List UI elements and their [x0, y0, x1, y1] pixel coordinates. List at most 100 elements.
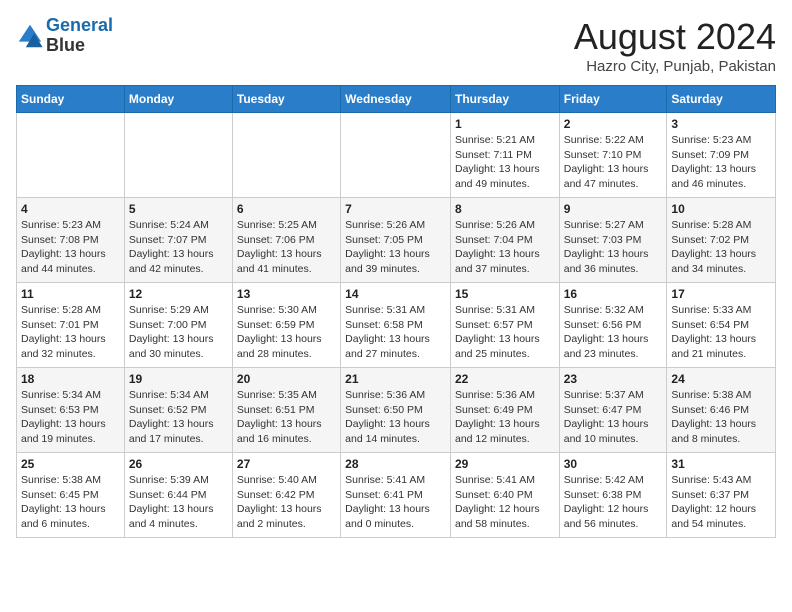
calendar-cell: 19 Sunrise: 5:34 AM Sunset: 6:52 PM Dayli…	[124, 368, 232, 453]
day-number: 20	[237, 372, 336, 386]
location: Hazro City, Punjab, Pakistan	[574, 58, 776, 75]
day-number: 11	[21, 287, 120, 301]
day-info: Sunrise: 5:21 AM Sunset: 7:11 PM Dayligh…	[455, 133, 555, 192]
day-info: Sunrise: 5:33 AM Sunset: 6:54 PM Dayligh…	[671, 303, 771, 362]
calendar-table: SundayMondayTuesdayWednesdayThursdayFrid…	[16, 85, 776, 538]
calendar-cell: 6Sunrise: 5:25 AM Sunset: 7:06 PM Daylig…	[232, 198, 340, 283]
calendar-cell: 9 Sunrise: 5:27 AM Sunset: 7:03 PM Daylig…	[559, 198, 667, 283]
day-number: 22	[455, 372, 555, 386]
calendar-cell: 13 Sunrise: 5:30 AM Sunset: 6:59 PM Dayli…	[232, 283, 340, 368]
calendar-cell: 8 Sunrise: 5:26 AM Sunset: 7:04 PM Daylig…	[450, 198, 559, 283]
title-block: August 2024 Hazro City, Punjab, Pakistan	[574, 16, 776, 75]
day-info: Sunrise: 5:28 AM Sunset: 7:01 PM Dayligh…	[21, 303, 120, 362]
calendar-cell: 29 Sunrise: 5:41 AM Sunset: 6:40 PM Dayli…	[450, 453, 559, 538]
calendar-cell: 30 Sunrise: 5:42 AM Sunset: 6:38 PM Dayli…	[559, 453, 667, 538]
day-info: Sunrise: 5:23 AM Sunset: 7:09 PM Dayligh…	[671, 133, 771, 192]
calendar-cell: 10Sunrise: 5:28 AM Sunset: 7:02 PM Dayli…	[667, 198, 776, 283]
calendar-cell	[232, 113, 340, 198]
calendar-cell: 12Sunrise: 5:29 AM Sunset: 7:00 PM Dayli…	[124, 283, 232, 368]
logo-line2: Blue	[46, 36, 113, 56]
day-number: 17	[671, 287, 771, 301]
day-number: 14	[345, 287, 446, 301]
day-info: Sunrise: 5:34 AM Sunset: 6:53 PM Dayligh…	[21, 388, 120, 447]
calendar-cell	[17, 113, 125, 198]
weekday-header-saturday: Saturday	[667, 86, 776, 113]
calendar-cell: 25 Sunrise: 5:38 AM Sunset: 6:45 PM Dayli…	[17, 453, 125, 538]
day-info: Sunrise: 5:41 AM Sunset: 6:40 PM Dayligh…	[455, 473, 555, 532]
calendar-cell: 1Sunrise: 5:21 AM Sunset: 7:11 PM Daylig…	[450, 113, 559, 198]
day-number: 10	[671, 202, 771, 216]
calendar-cell: 28 Sunrise: 5:41 AM Sunset: 6:41 PM Dayli…	[341, 453, 451, 538]
calendar-cell: 5 Sunrise: 5:24 AM Sunset: 7:07 PM Daylig…	[124, 198, 232, 283]
calendar-cell: 16 Sunrise: 5:32 AM Sunset: 6:56 PM Dayli…	[559, 283, 667, 368]
day-info: Sunrise: 5:22 AM Sunset: 7:10 PM Dayligh…	[564, 133, 663, 192]
day-info: Sunrise: 5:34 AM Sunset: 6:52 PM Dayligh…	[129, 388, 228, 447]
calendar-header: SundayMondayTuesdayWednesdayThursdayFrid…	[17, 86, 776, 113]
day-info: Sunrise: 5:39 AM Sunset: 6:44 PM Dayligh…	[129, 473, 228, 532]
calendar-cell	[341, 113, 451, 198]
day-number: 13	[237, 287, 336, 301]
day-info: Sunrise: 5:32 AM Sunset: 6:56 PM Dayligh…	[564, 303, 663, 362]
day-info: Sunrise: 5:37 AM Sunset: 6:47 PM Dayligh…	[564, 388, 663, 447]
logo: General Blue	[16, 16, 113, 56]
day-info: Sunrise: 5:36 AM Sunset: 6:50 PM Dayligh…	[345, 388, 446, 447]
calendar-cell: 20 Sunrise: 5:35 AM Sunset: 6:51 PM Dayli…	[232, 368, 340, 453]
calendar-cell: 14Sunrise: 5:31 AM Sunset: 6:58 PM Dayli…	[341, 283, 451, 368]
calendar-cell	[124, 113, 232, 198]
day-info: Sunrise: 5:23 AM Sunset: 7:08 PM Dayligh…	[21, 218, 120, 277]
day-number: 24	[671, 372, 771, 386]
day-number: 15	[455, 287, 555, 301]
day-number: 4	[21, 202, 120, 216]
day-number: 8	[455, 202, 555, 216]
day-info: Sunrise: 5:38 AM Sunset: 6:45 PM Dayligh…	[21, 473, 120, 532]
day-info: Sunrise: 5:26 AM Sunset: 7:04 PM Dayligh…	[455, 218, 555, 277]
day-info: Sunrise: 5:35 AM Sunset: 6:51 PM Dayligh…	[237, 388, 336, 447]
day-number: 12	[129, 287, 228, 301]
calendar-cell: 4 Sunrise: 5:23 AM Sunset: 7:08 PM Daylig…	[17, 198, 125, 283]
logo-icon	[16, 22, 44, 50]
day-number: 7	[345, 202, 446, 216]
weekday-header-monday: Monday	[124, 86, 232, 113]
calendar-cell: 31 Sunrise: 5:43 AM Sunset: 6:37 PM Dayli…	[667, 453, 776, 538]
day-number: 25	[21, 457, 120, 471]
calendar-cell: 3 Sunrise: 5:23 AM Sunset: 7:09 PM Daylig…	[667, 113, 776, 198]
day-number: 5	[129, 202, 228, 216]
page-header: General Blue August 2024 Hazro City, Pun…	[16, 16, 776, 75]
day-number: 9	[564, 202, 663, 216]
day-number: 29	[455, 457, 555, 471]
calendar-cell: 17 Sunrise: 5:33 AM Sunset: 6:54 PM Dayli…	[667, 283, 776, 368]
calendar-cell: 22 Sunrise: 5:36 AM Sunset: 6:49 PM Dayli…	[450, 368, 559, 453]
calendar-cell: 23Sunrise: 5:37 AM Sunset: 6:47 PM Dayli…	[559, 368, 667, 453]
day-number: 16	[564, 287, 663, 301]
day-info: Sunrise: 5:43 AM Sunset: 6:37 PM Dayligh…	[671, 473, 771, 532]
day-info: Sunrise: 5:36 AM Sunset: 6:49 PM Dayligh…	[455, 388, 555, 447]
day-number: 6	[237, 202, 336, 216]
day-info: Sunrise: 5:30 AM Sunset: 6:59 PM Dayligh…	[237, 303, 336, 362]
day-number: 30	[564, 457, 663, 471]
day-number: 28	[345, 457, 446, 471]
day-info: Sunrise: 5:26 AM Sunset: 7:05 PM Dayligh…	[345, 218, 446, 277]
day-number: 19	[129, 372, 228, 386]
calendar-cell: 18Sunrise: 5:34 AM Sunset: 6:53 PM Dayli…	[17, 368, 125, 453]
day-info: Sunrise: 5:38 AM Sunset: 6:46 PM Dayligh…	[671, 388, 771, 447]
day-number: 27	[237, 457, 336, 471]
day-info: Sunrise: 5:40 AM Sunset: 6:42 PM Dayligh…	[237, 473, 336, 532]
weekday-header-wednesday: Wednesday	[341, 86, 451, 113]
day-info: Sunrise: 5:42 AM Sunset: 6:38 PM Dayligh…	[564, 473, 663, 532]
logo-line1: General	[46, 15, 113, 35]
day-number: 26	[129, 457, 228, 471]
day-info: Sunrise: 5:24 AM Sunset: 7:07 PM Dayligh…	[129, 218, 228, 277]
calendar-cell: 26 Sunrise: 5:39 AM Sunset: 6:44 PM Dayli…	[124, 453, 232, 538]
day-number: 21	[345, 372, 446, 386]
day-number: 3	[671, 117, 771, 131]
day-info: Sunrise: 5:27 AM Sunset: 7:03 PM Dayligh…	[564, 218, 663, 277]
calendar-cell: 7 Sunrise: 5:26 AM Sunset: 7:05 PM Daylig…	[341, 198, 451, 283]
day-info: Sunrise: 5:41 AM Sunset: 6:41 PM Dayligh…	[345, 473, 446, 532]
calendar-cell: 11 Sunrise: 5:28 AM Sunset: 7:01 PM Dayli…	[17, 283, 125, 368]
logo-text: General Blue	[46, 16, 113, 56]
weekday-header-friday: Friday	[559, 86, 667, 113]
calendar-cell: 15Sunrise: 5:31 AM Sunset: 6:57 PM Dayli…	[450, 283, 559, 368]
day-number: 2	[564, 117, 663, 131]
weekday-header-thursday: Thursday	[450, 86, 559, 113]
day-number: 31	[671, 457, 771, 471]
